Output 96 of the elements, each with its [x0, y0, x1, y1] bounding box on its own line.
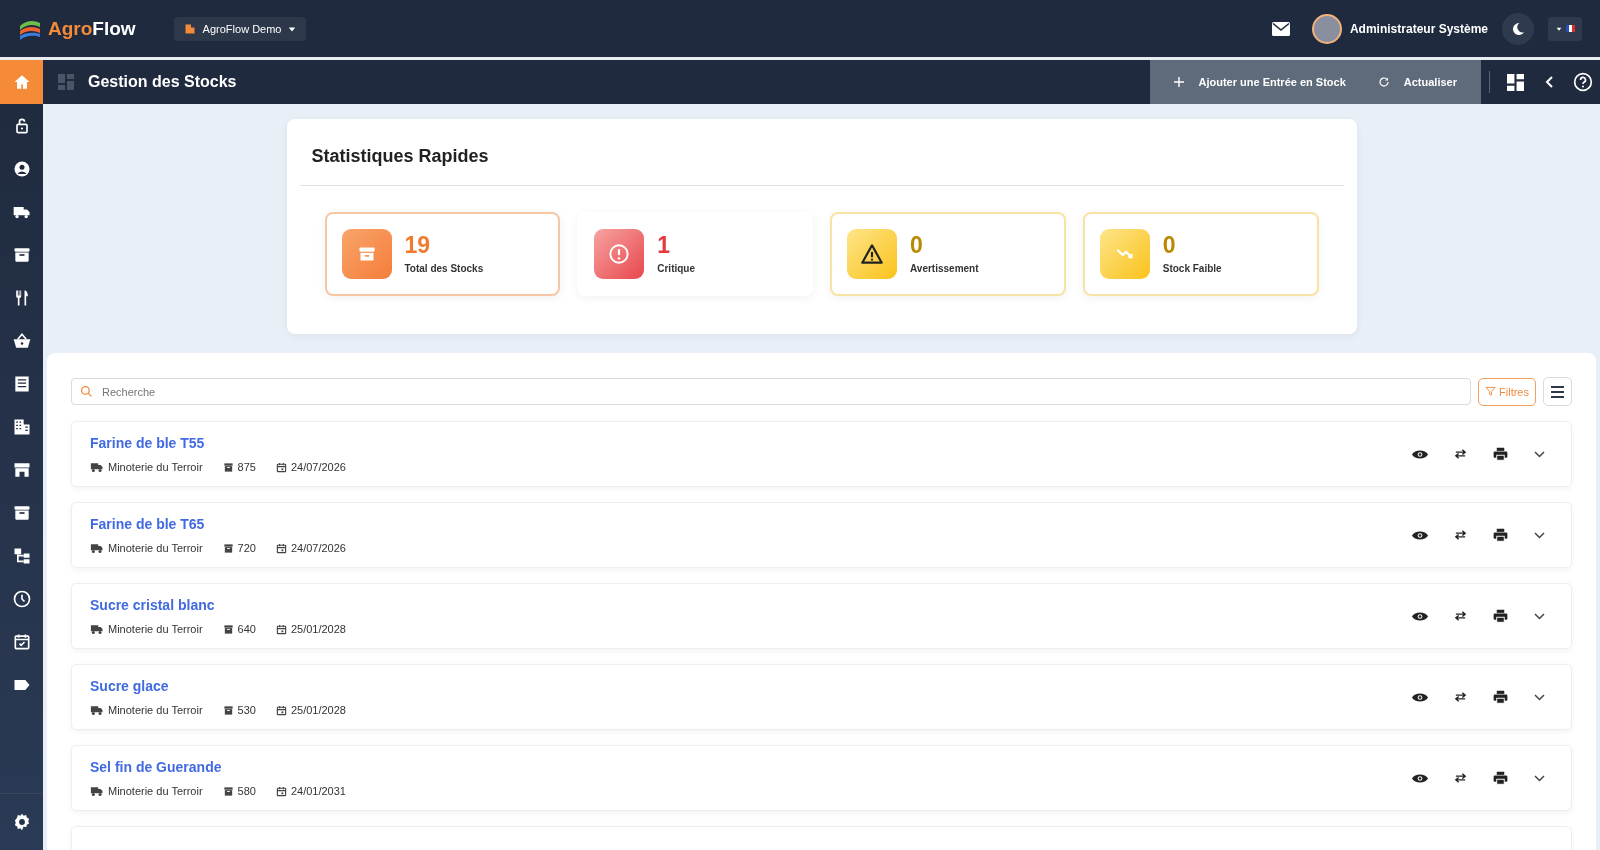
menu-icon	[1551, 385, 1564, 398]
quantity: 875	[237, 461, 256, 473]
truck-icon	[90, 542, 104, 554]
transfer-icon[interactable]	[1454, 449, 1467, 459]
transfer-icon[interactable]	[1454, 773, 1467, 783]
page-title: Gestion des Stocks	[88, 73, 237, 91]
stat-label: Critique	[657, 263, 696, 274]
help-icon[interactable]	[1573, 72, 1593, 92]
moon-icon	[1510, 20, 1526, 37]
section-title: Statistiques Rapides	[299, 119, 1344, 186]
add-stock-button[interactable]: Ajouter une Entrée en Stock	[1162, 70, 1358, 94]
calendar-icon	[275, 785, 287, 797]
chevron-down-icon[interactable]	[1534, 612, 1545, 620]
caret-icon	[1555, 25, 1562, 32]
archive-icon	[222, 704, 234, 716]
expiry-date: 24/01/2031	[290, 785, 346, 797]
print-icon[interactable]	[1493, 609, 1508, 623]
stat-value: 0	[910, 234, 924, 257]
print-icon[interactable]	[1493, 447, 1508, 461]
refresh-button[interactable]: Actualiser	[1365, 70, 1469, 94]
grid-icon	[58, 74, 74, 90]
collapse-icon[interactable]	[1544, 76, 1554, 88]
expiry-date: 24/07/2026	[290, 542, 346, 554]
archive-icon	[222, 785, 234, 797]
company-selector[interactable]: AgroFlow Demo	[173, 16, 307, 41]
stat-label: Stock Faible	[1162, 263, 1222, 274]
view-icon[interactable]	[1412, 691, 1428, 703]
search-field[interactable]: Recherche	[71, 378, 1472, 405]
clock-icon	[11, 588, 32, 609]
truck-icon	[90, 623, 104, 635]
avatar[interactable]	[1311, 13, 1342, 44]
view-icon[interactable]	[1412, 610, 1428, 622]
user-name[interactable]: Administrateur Système	[1349, 21, 1488, 36]
layout-icon[interactable]	[1506, 73, 1524, 91]
supplier: Minoterie du Terroir	[108, 704, 203, 716]
caret-icon	[288, 24, 297, 33]
product-name[interactable]: Sel fin de Guerande	[90, 759, 1412, 775]
chevron-down-icon[interactable]	[1534, 531, 1545, 539]
stat-icon	[341, 229, 392, 279]
flag-icon	[1565, 25, 1575, 32]
stat-value: 0	[1162, 234, 1177, 257]
view-icon[interactable]	[1412, 448, 1428, 460]
filters-button[interactable]: Filtres	[1478, 377, 1536, 406]
truck-icon	[90, 785, 104, 797]
stat-value: 19	[404, 234, 432, 257]
stat-icon	[847, 229, 897, 279]
archive-icon	[222, 623, 234, 635]
filter-icon	[1485, 386, 1497, 397]
transfer-icon[interactable]	[1454, 692, 1467, 702]
quantity: 720	[237, 542, 256, 554]
stat-icon	[594, 229, 645, 279]
chevron-down-icon[interactable]	[1534, 693, 1545, 701]
print-icon[interactable]	[1493, 528, 1508, 542]
product-name[interactable]: Sucre cristal blanc	[90, 597, 1412, 613]
supplier: Minoterie du Terroir	[108, 542, 203, 554]
product-name[interactable]: Sucre glace	[90, 678, 1412, 694]
expiry-date: 24/07/2026	[290, 461, 346, 473]
language-selector[interactable]	[1548, 16, 1582, 41]
archive-icon	[222, 461, 234, 473]
dark-mode-button[interactable]	[1502, 12, 1534, 45]
view-icon[interactable]	[1412, 529, 1428, 541]
search-icon	[80, 385, 93, 398]
view-icon[interactable]	[1412, 772, 1428, 784]
stat-label: Total des Stocks	[404, 263, 484, 274]
calendar-icon	[275, 623, 287, 635]
expiry-date: 25/01/2028	[290, 704, 346, 716]
stat-label: Avertissement	[910, 263, 979, 274]
expiry-date: 25/01/2028	[290, 623, 346, 635]
mail-icon[interactable]	[1271, 21, 1290, 36]
truck-icon	[90, 704, 104, 716]
supplier: Minoterie du Terroir	[108, 623, 203, 635]
transfer-icon[interactable]	[1454, 611, 1467, 621]
building-icon	[183, 22, 196, 35]
calendar-icon	[275, 704, 287, 716]
list-view-button[interactable]	[1543, 377, 1572, 406]
stat-value: 1	[657, 234, 672, 257]
chevron-down-icon[interactable]	[1534, 450, 1545, 458]
product-name[interactable]: Farine de ble T55	[90, 435, 1412, 451]
quantity: 580	[237, 785, 256, 797]
chevron-down-icon[interactable]	[1534, 774, 1545, 782]
plus-icon	[1174, 77, 1185, 87]
logo-text: AgroFlow	[48, 17, 136, 40]
stat-icon	[1099, 229, 1150, 279]
refresh-icon	[1377, 76, 1390, 88]
calendar-icon	[275, 461, 287, 473]
transfer-icon[interactable]	[1454, 530, 1467, 540]
quantity: 640	[237, 623, 256, 635]
quantity: 530	[237, 704, 256, 716]
truck-icon	[90, 461, 104, 473]
calendar-icon	[275, 542, 287, 554]
print-icon[interactable]	[1493, 690, 1508, 704]
product-name[interactable]: Farine de ble T65	[90, 516, 1412, 532]
supplier: Minoterie du Terroir	[108, 461, 203, 473]
supplier: Minoterie du Terroir	[108, 785, 203, 797]
archive-icon	[222, 542, 234, 554]
print-icon[interactable]	[1493, 771, 1508, 785]
